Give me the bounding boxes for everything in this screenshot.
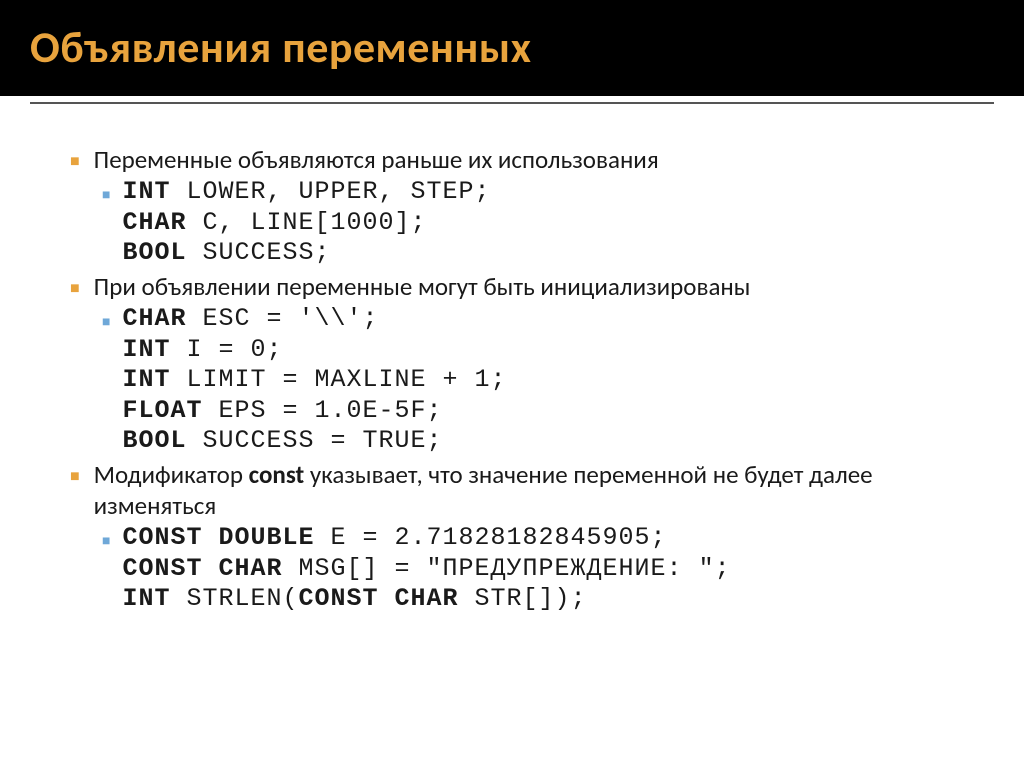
code-block: ■ int lower, upper, step; char c, line[1… bbox=[102, 177, 974, 269]
bullet-item: ■ Переменные объявляются раньше их испол… bbox=[70, 144, 974, 175]
bullet-icon: ■ bbox=[70, 467, 80, 522]
bullet-text: При объявлении переменные могут быть ини… bbox=[94, 271, 974, 302]
bullet-item: ■ При объявлении переменные могут быть и… bbox=[70, 271, 974, 302]
bullet-icon: ■ bbox=[102, 532, 110, 615]
bullet-item: ■ Модификатор const указывает, что значе… bbox=[70, 459, 974, 522]
bullet-icon: ■ bbox=[70, 152, 80, 175]
bullet-text: Модификатор const указывает, что значени… bbox=[94, 459, 974, 522]
slide: Объявления переменных ■ Переменные объяв… bbox=[0, 0, 1024, 767]
slide-header: Объявления переменных bbox=[0, 0, 1024, 96]
code-block: ■ char esc = '\\'; int i = 0; int limit … bbox=[102, 304, 974, 457]
code-text: int lower, upper, step; char c, line[100… bbox=[122, 177, 490, 269]
code-text: const double e = 2.71828182845905; const… bbox=[122, 523, 730, 615]
bullet-icon: ■ bbox=[102, 313, 110, 457]
code-block: ■ const double e = 2.71828182845905; con… bbox=[102, 523, 974, 615]
slide-title: Объявления переменных bbox=[30, 20, 994, 74]
slide-content: ■ Переменные объявляются раньше их испол… bbox=[0, 104, 1024, 637]
code-text: char esc = '\\'; int i = 0; int limit = … bbox=[122, 304, 506, 457]
bullet-icon: ■ bbox=[102, 186, 110, 269]
bullet-text: Переменные объявляются раньше их использ… bbox=[94, 144, 974, 175]
bullet-icon: ■ bbox=[70, 279, 80, 302]
